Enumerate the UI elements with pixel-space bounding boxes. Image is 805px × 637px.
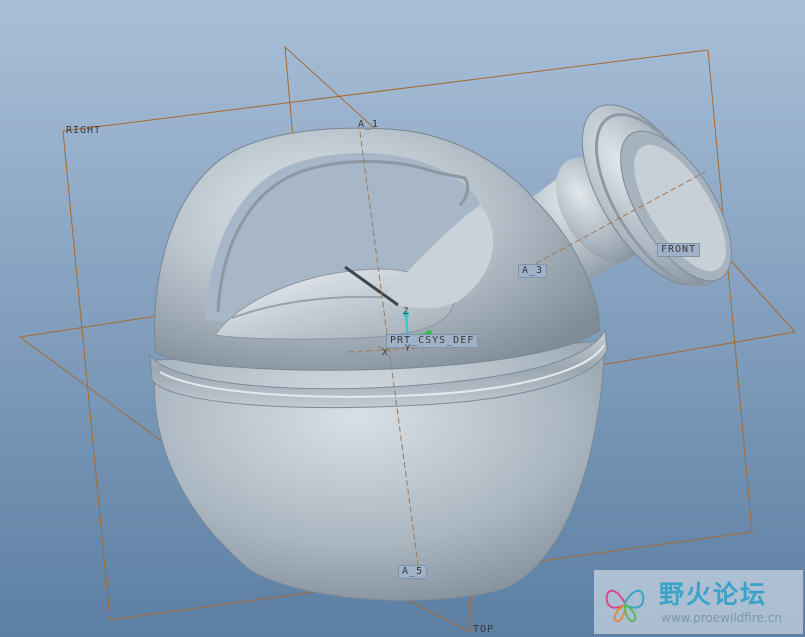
watermark: 野火论坛 www.proewildfire.cn [594, 570, 803, 634]
axis-label-a1[interactable]: A_1 [355, 119, 382, 131]
watermark-url: www.proewildfire.cn [661, 611, 782, 625]
csys-label[interactable]: PRT_CSYS_DEF [386, 334, 479, 348]
axis-label-a5[interactable]: A_5 [398, 565, 428, 579]
graphics-viewport[interactable]: RIGHT FRONT TOP A_1 A_3 A_5 PRT_CSYS_DEF… [0, 0, 805, 637]
model-scene[interactable] [0, 0, 805, 637]
csys-axis-y-label: Y [405, 344, 412, 354]
datum-label-right[interactable]: RIGHT [63, 125, 104, 137]
datum-label-top[interactable]: TOP [470, 624, 497, 636]
butterfly-logo-icon [605, 589, 645, 623]
datum-label-front[interactable]: FRONT [657, 243, 701, 257]
watermark-title: 野火论坛 [659, 580, 768, 609]
csys-axis-x-label: X [382, 348, 389, 358]
axis-label-a3[interactable]: A_3 [518, 264, 548, 278]
csys-axis-z-label: Z [403, 307, 410, 317]
